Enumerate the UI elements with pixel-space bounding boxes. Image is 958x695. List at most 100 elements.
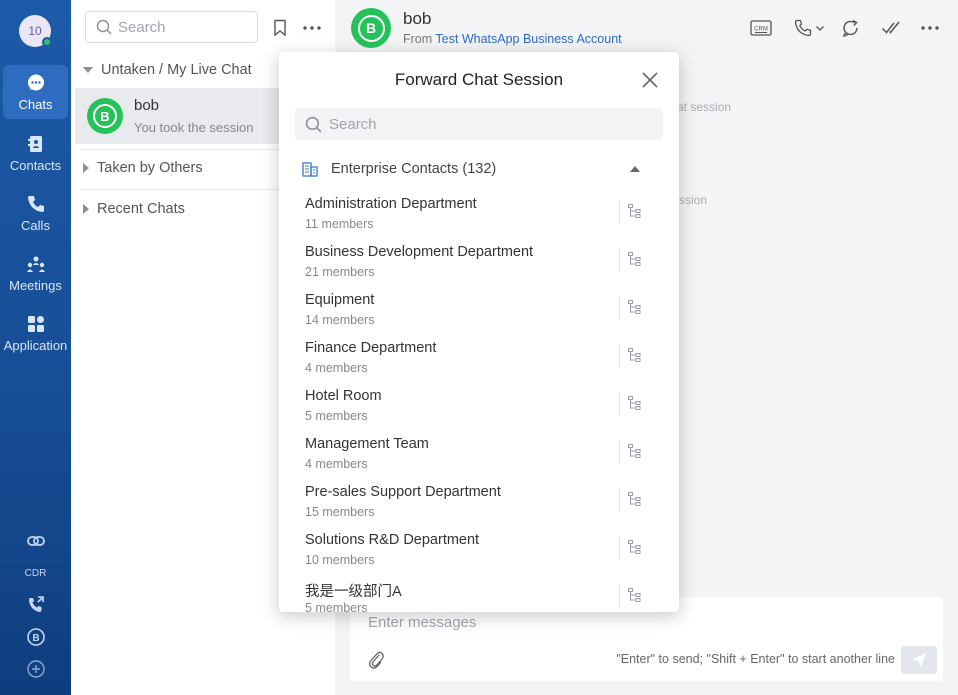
org-tree-icon[interactable] <box>627 587 643 603</box>
section-untaken[interactable]: Untaken / My Live Chat <box>83 62 252 78</box>
contacts-book-icon <box>27 135 42 152</box>
from-prefix: From <box>403 32 433 46</box>
send-hint: "Enter" to send; "Shift + Enter" to star… <box>616 652 895 666</box>
chevron-down-icon <box>816 26 824 31</box>
session-notice-fragment: ssion <box>679 193 708 207</box>
enterprise-contacts-group[interactable]: Enterprise Contacts (132) <box>301 158 661 180</box>
crm-icon: CRM <box>750 20 772 36</box>
send-button[interactable] <box>901 646 937 674</box>
expand-caret-icon <box>83 67 93 73</box>
rail-label-calls: Calls <box>21 217 50 233</box>
phone-icon <box>27 195 44 212</box>
department-item[interactable]: Solutions R&D Department 10 members <box>305 532 655 576</box>
phone-icon <box>794 19 812 37</box>
meetings-people-icon <box>26 256 45 272</box>
org-tree-icon[interactable] <box>627 347 643 363</box>
contact-search-input[interactable]: Search <box>295 108 663 140</box>
call-dropdown-button[interactable] <box>791 16 827 40</box>
bookmark-button[interactable] <box>269 17 291 39</box>
cdr-button[interactable]: CDR <box>0 566 71 580</box>
avatar-text: 10 <box>28 24 42 38</box>
call-forward-button[interactable] <box>0 595 71 615</box>
paperclip-icon[interactable] <box>367 650 385 670</box>
department-item[interactable]: Business Development Department 21 member… <box>305 244 655 288</box>
link-chain-button[interactable] <box>0 531 71 551</box>
department-item[interactable]: Management Team 4 members <box>305 436 655 480</box>
org-tree-icon[interactable] <box>627 251 643 267</box>
app-grid-icon <box>27 315 44 332</box>
rail-item-application[interactable]: Application <box>3 306 68 360</box>
rail-item-chats[interactable]: Chats <box>3 65 68 119</box>
department-member-count: 15 members <box>305 505 375 519</box>
rail-item-calls[interactable]: Calls <box>3 186 68 240</box>
contact-source: From Test WhatsApp Business Account <box>403 32 622 46</box>
department-member-count: 11 members <box>305 217 374 231</box>
more-horizontal-icon <box>303 26 321 30</box>
chat-search-input[interactable]: Search <box>85 11 258 43</box>
header-more-button[interactable] <box>918 16 942 40</box>
divider <box>619 536 620 560</box>
section-recent-chats[interactable]: Recent Chats <box>83 201 185 217</box>
org-tree-icon[interactable] <box>627 491 643 507</box>
department-member-count: 5 members <box>305 601 368 612</box>
org-tree-icon[interactable] <box>627 539 643 555</box>
forward-session-button[interactable] <box>839 16 863 40</box>
department-member-count: 21 members <box>305 265 375 279</box>
close-icon[interactable] <box>640 70 660 90</box>
divider <box>619 200 620 224</box>
svg-text:CRM: CRM <box>754 27 768 33</box>
department-item[interactable]: Finance Department 4 members <box>305 340 655 384</box>
chat-item-status: You took the session <box>134 120 254 135</box>
more-options-button[interactable] <box>301 17 323 39</box>
session-notice-fragment: at session <box>677 100 732 114</box>
department-name: Pre-sales Support Department <box>305 484 501 500</box>
add-button[interactable] <box>0 659 71 679</box>
user-avatar[interactable]: 10 <box>19 15 52 47</box>
department-name: Equipment <box>305 292 375 308</box>
department-member-count: 14 members <box>305 313 375 327</box>
section-recent-label: Recent Chats <box>97 201 185 217</box>
department-item[interactable]: Hotel Room 5 members <box>305 388 655 432</box>
contact-search-placeholder: Search <box>329 115 377 133</box>
building-icon <box>302 162 318 177</box>
chat-search-placeholder: Search <box>118 18 166 36</box>
resolve-session-button[interactable] <box>879 16 903 40</box>
department-name: Finance Department <box>305 340 437 356</box>
rail-label-chats: Chats <box>18 96 53 112</box>
org-tree-icon[interactable] <box>627 395 643 411</box>
divider <box>619 248 620 272</box>
department-name: Solutions R&D Department <box>305 532 480 548</box>
divider <box>619 392 620 416</box>
department-member-count: 4 members <box>305 457 368 471</box>
section-taken-by-others[interactable]: Taken by Others <box>83 160 203 176</box>
whatsapp-business-avatar: B <box>87 98 123 134</box>
enterprise-contacts-label: Enterprise Contacts (132) <box>331 161 497 177</box>
rail-item-contacts[interactable]: Contacts <box>3 126 68 180</box>
left-rail: 10 Chats Contacts Calls Meetings Applica… <box>0 0 71 695</box>
rail-item-meetings[interactable]: Meetings <box>3 246 68 300</box>
svg-text:B: B <box>32 633 39 644</box>
org-tree-icon[interactable] <box>627 443 643 459</box>
search-icon <box>305 116 322 132</box>
section-taken-label: Taken by Others <box>97 160 203 176</box>
chat-item-name: bob <box>134 97 160 114</box>
rail-label-application: Application <box>3 337 68 353</box>
department-item[interactable]: Pre-sales Support Department 15 members <box>305 484 655 528</box>
org-tree-icon[interactable] <box>627 203 643 219</box>
divider <box>619 296 620 320</box>
department-item[interactable]: 我是一级部门A 5 members <box>305 580 655 612</box>
message-input-placeholder: Enter messages <box>368 614 477 631</box>
org-tree-icon[interactable] <box>627 299 643 315</box>
department-item[interactable]: Equipment 14 members <box>305 292 655 336</box>
section-untaken-label: Untaken / My Live Chat <box>101 62 252 78</box>
account-link[interactable]: Test WhatsApp Business Account <box>435 32 621 46</box>
whatsapp-business-button[interactable]: B <box>0 627 71 647</box>
plus-circle-icon <box>26 660 45 678</box>
bookmark-icon <box>274 19 286 37</box>
collapse-caret-icon[interactable] <box>630 166 640 172</box>
department-member-count: 10 members <box>305 553 375 567</box>
crm-button[interactable]: CRM <box>749 16 773 40</box>
department-name: Hotel Room <box>305 388 382 404</box>
department-item[interactable]: Administration Department 11 members <box>305 196 655 240</box>
double-check-icon <box>881 21 900 34</box>
